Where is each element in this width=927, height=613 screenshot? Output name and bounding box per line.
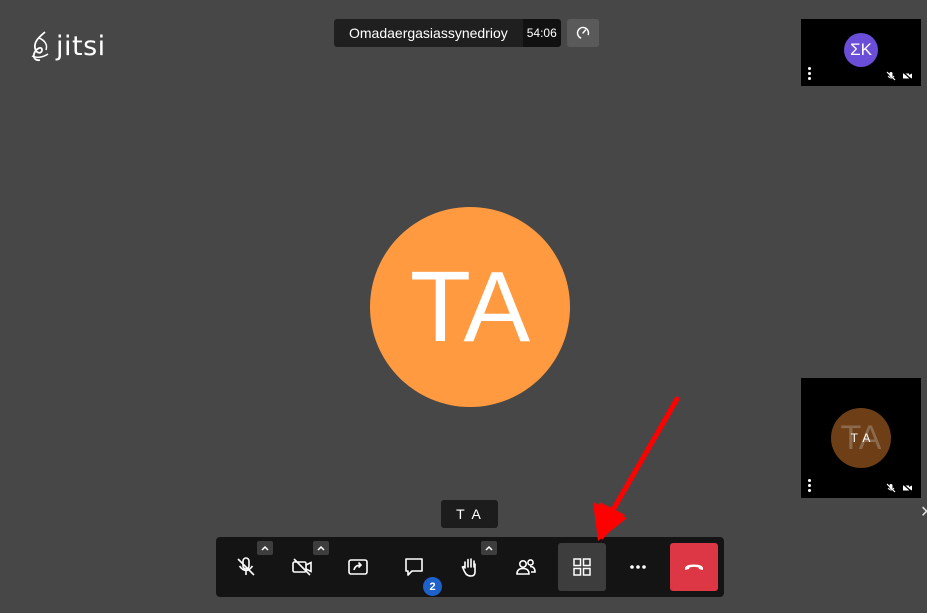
jitsi-logo: jitsi bbox=[30, 30, 106, 62]
camera-options-caret[interactable] bbox=[313, 541, 329, 555]
connection-quality-button[interactable] bbox=[566, 19, 599, 47]
thumbnail-menu-icon[interactable] bbox=[808, 479, 812, 492]
more-icon bbox=[630, 565, 646, 569]
hang-up-button[interactable] bbox=[670, 543, 718, 591]
reactions-options-caret[interactable] bbox=[481, 541, 497, 555]
chevron-up-icon bbox=[261, 545, 269, 551]
video-off-icon bbox=[902, 483, 913, 493]
toolbar: 2 bbox=[216, 537, 724, 597]
share-screen-icon bbox=[348, 559, 368, 575]
thumbnail-menu-icon[interactable] bbox=[808, 67, 812, 80]
mic-muted-icon bbox=[886, 483, 896, 493]
jitsi-logo-icon bbox=[31, 31, 49, 62]
conference-info-bar: Omadaergasiassynedrioy 54:06 bbox=[334, 19, 599, 47]
participant-thumbnail[interactable]: ΣK bbox=[801, 19, 921, 86]
tile-view-button[interactable] bbox=[558, 543, 606, 591]
participant-avatar: TA T A bbox=[831, 408, 891, 468]
mic-off-icon bbox=[237, 557, 255, 576]
main-participant-avatar: TA bbox=[370, 207, 570, 407]
camera-off-icon bbox=[292, 558, 312, 576]
participant-thumbnail[interactable]: TA T A bbox=[801, 378, 921, 498]
meeting-name: Omadaergasiassynedrioy bbox=[334, 19, 523, 47]
participant-avatar: ΣK bbox=[844, 33, 878, 67]
logo-text: jitsi bbox=[56, 30, 106, 62]
hand-icon bbox=[461, 558, 476, 577]
gauge-icon bbox=[576, 26, 589, 40]
hangup-icon bbox=[685, 564, 703, 570]
meeting-timer: 54:06 bbox=[522, 19, 561, 47]
more-actions-button[interactable] bbox=[614, 543, 662, 591]
participants-icon bbox=[516, 559, 536, 575]
mic-muted-icon bbox=[886, 71, 896, 81]
chevron-up-icon bbox=[485, 545, 493, 551]
close-icon[interactable]: ✕ bbox=[920, 502, 927, 522]
chevron-up-icon bbox=[317, 545, 325, 551]
chat-unread-badge: 2 bbox=[423, 577, 442, 596]
share-screen-button[interactable] bbox=[334, 543, 382, 591]
chat-icon bbox=[405, 558, 423, 576]
participants-button[interactable] bbox=[502, 543, 550, 591]
participant-initials: T A bbox=[850, 431, 872, 445]
grid-icon bbox=[573, 558, 591, 576]
microphone-options-caret[interactable] bbox=[257, 541, 273, 555]
video-off-icon bbox=[902, 71, 913, 81]
dominant-speaker-name: T A bbox=[441, 500, 498, 528]
